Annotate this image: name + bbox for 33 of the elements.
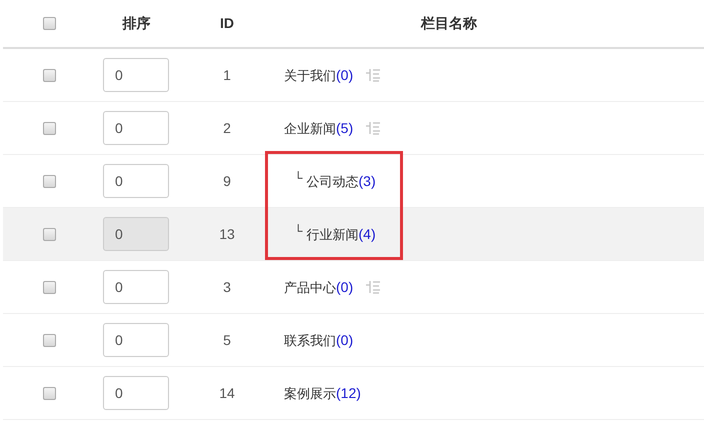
checkbox[interactable] (43, 174, 56, 188)
checkbox[interactable] (43, 228, 56, 240)
order-input[interactable]: 0 (103, 323, 169, 357)
order-input[interactable]: 0 (103, 270, 169, 304)
id-text: 13 (219, 224, 235, 244)
checkbox[interactable] (43, 17, 56, 30)
id-text: 3 (223, 278, 231, 296)
checkbox[interactable] (43, 68, 56, 82)
category-name: 产品中心(0) (284, 278, 354, 297)
order-input[interactable]: 0 (103, 376, 169, 410)
order-input[interactable]: 0 (103, 58, 169, 92)
order-input[interactable]: 0 (103, 111, 169, 145)
category-name: 行业新闻(4) (306, 224, 376, 244)
tree-branch: └ (294, 223, 303, 240)
column-header: ID (220, 14, 234, 33)
checkbox[interactable] (43, 386, 56, 400)
checkbox[interactable] (43, 122, 56, 134)
checkbox[interactable] (43, 334, 56, 346)
id-text: 14 (219, 384, 235, 402)
category-name: 联系我们(0) (284, 330, 354, 350)
order-input[interactable]: 0 (103, 164, 169, 198)
category-name: 企业新闻(5) (284, 118, 354, 138)
id-text: 5 (223, 330, 231, 350)
tree-branch: └ (294, 170, 303, 187)
category-name: 关于我们(0) (284, 66, 354, 85)
category-name: 案例展示(12) (284, 384, 361, 403)
id-text: 2 (223, 118, 231, 138)
column-header: 排序 (122, 14, 150, 33)
id-text: 9 (223, 172, 231, 190)
id-text: 1 (223, 66, 231, 84)
checkbox[interactable] (43, 280, 56, 294)
column-header: 栏目名称 (421, 14, 477, 33)
category-name: 公司动态(3) (306, 172, 376, 191)
